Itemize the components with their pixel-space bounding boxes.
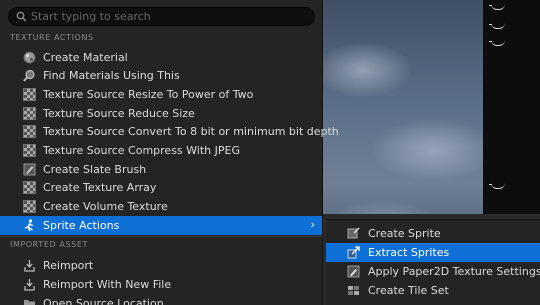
submenu-item-create-tile-set[interactable]: Create Tile Set [326,281,540,300]
tile-set-icon [348,286,359,295]
submenu-arrow-icon: › [310,218,315,231]
checker-texture-icon [23,181,36,194]
magnifier-icon [23,69,35,82]
submenu-item-create-sprite[interactable]: Create Sprite [326,224,540,243]
viewport-strip [483,0,540,214]
menu-item-label: Create Volume Texture [43,200,168,213]
submenu-item-label: Extract Sprites [368,246,450,259]
menu-item-resize-power-of-two[interactable]: Texture Source Resize To Power of Two [0,85,322,104]
checker-texture-icon [23,107,36,120]
menu-item-create-material[interactable]: Create Material [0,48,322,67]
reimport-icon [24,279,35,291]
search-box[interactable] [8,7,315,26]
submenu-item-label: Apply Paper2D Texture Settings [368,265,540,278]
sprite-character-icon [24,219,34,232]
section-header-texture-actions: TEXTURE ACTIONS [10,33,94,42]
section-header-imported-asset: IMPORTED ASSET [10,240,88,249]
context-menu: TEXTURE ACTIONS Create Material Find Mat… [0,0,339,305]
extract-sprites-icon [347,246,360,259]
menu-item-find-materials[interactable]: Find Materials Using This [0,66,322,85]
menu-item-label: Create Texture Array [43,181,157,194]
checker-texture-icon [23,125,36,138]
folder-icon [24,300,35,305]
sprite-actions-submenu: Create Sprite Extract Sprites Apply Pape… [326,219,540,305]
menu-item-create-texture-array[interactable]: Create Texture Array [0,178,322,197]
menu-item-reimport[interactable]: Reimport [0,256,322,275]
menu-item-label: Sprite Actions [43,219,120,232]
menu-item-create-slate-brush[interactable]: Create Slate Brush [0,160,322,179]
menu-item-label: Create Material [43,51,128,64]
menu-item-label: Find Materials Using This [43,69,180,82]
submenu-item-label: Create Sprite [368,227,441,240]
checker-texture-icon [23,88,36,101]
menu-item-label: Texture Source Convert To 8 bit or minim… [43,125,339,138]
menu-item-sprite-actions[interactable]: Sprite Actions › [0,216,322,235]
menu-item-label: Reimport With New File [43,278,172,291]
menu-item-open-source-location[interactable]: Open Source Location [0,294,322,305]
menu-item-convert-8-bit[interactable]: Texture Source Convert To 8 bit or minim… [0,122,339,141]
submenu-item-apply-paper2d-settings[interactable]: Apply Paper2D Texture Settings [326,262,540,281]
sprite-icon [347,227,360,239]
separator [0,236,323,237]
checker-texture-icon [23,200,36,213]
checker-texture-icon [23,144,36,157]
submenu-item-label: Create Tile Set [368,284,449,297]
menu-item-label: Create Slate Brush [43,163,147,176]
menu-item-reduce-size[interactable]: Texture Source Reduce Size [0,104,322,123]
menu-item-label: Texture Source Reduce Size [43,107,195,120]
menu-item-compress-jpeg[interactable]: Texture Source Compress With JPEG [0,141,322,160]
material-sphere-icon [23,51,36,64]
menu-item-label: Open Source Location [43,297,164,305]
menu-item-reimport-new-file[interactable]: Reimport With New File [0,275,322,294]
submenu-item-extract-sprites[interactable]: Extract Sprites [326,243,540,262]
reimport-icon [24,260,35,272]
search-input[interactable] [31,8,311,25]
search-icon [16,11,27,22]
menu-item-label: Reimport [43,259,94,272]
paper2d-settings-icon [347,265,360,278]
menu-item-create-volume-texture[interactable]: Create Volume Texture [0,197,322,216]
menu-item-label: Texture Source Compress With JPEG [43,144,240,157]
menu-item-label: Texture Source Resize To Power of Two [43,88,254,101]
brush-icon [23,163,36,176]
